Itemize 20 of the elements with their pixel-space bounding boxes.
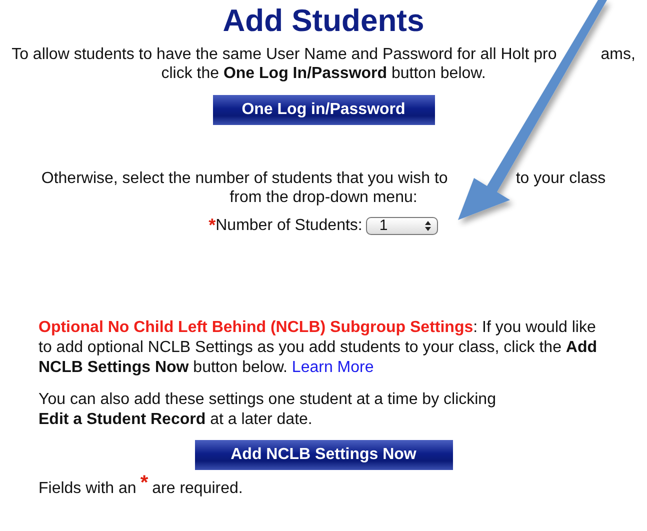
required-mark: *: [208, 215, 216, 236]
stepper-icon: [425, 220, 432, 230]
note-text: You can also add these settings one student at a time by clicking: [38, 390, 497, 410]
add-nclb-button[interactable]: Add NCLB Settings Now: [194, 440, 452, 470]
note-text: Edit a Student Record at a later date.: [38, 410, 314, 430]
instruction-text: to your class: [516, 169, 606, 188]
intro-text: click the One Log In/Password button below.: [161, 64, 486, 83]
instruction-text: from the drop-down menu:: [230, 188, 418, 207]
footer-text: Fields with an: [38, 480, 136, 498]
one-login-button[interactable]: One Log in/Password: [212, 95, 434, 125]
nclb-paragraph: Optional No Child Left Behind (NCLB) Subgroup Settings: If you would like to add optional NCLB Settings as you add students to your class, click the Add NCLB Settings Now button below. Learn More: [38, 318, 598, 378]
intro-text: ams,: [600, 45, 636, 64]
required-mark: *: [140, 472, 148, 495]
page-title: Add Students: [222, 2, 424, 40]
student-count-select[interactable]: 1: [366, 216, 438, 234]
field-label: Number of Students:: [216, 216, 362, 234]
footer-text: are required.: [152, 480, 243, 498]
intro-text: To allow students to have the same User Name and Password for all Holt pro: [12, 45, 557, 64]
instruction-text: Otherwise, select the number of students that you wish to: [41, 169, 448, 188]
learn-more-link[interactable]: Learn More: [292, 359, 374, 376]
